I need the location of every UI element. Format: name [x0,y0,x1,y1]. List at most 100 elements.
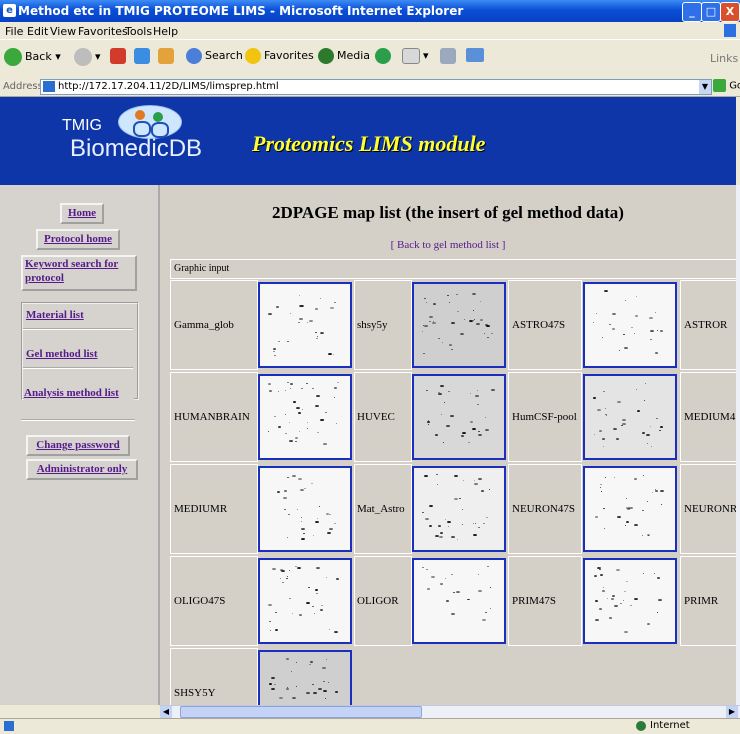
gel-image-shsy5y[interactable] [412,282,506,368]
nav-material-list-link[interactable]: Material list [24,306,132,324]
vertical-scrollbar[interactable] [736,185,740,705]
gel-spot [612,328,615,330]
gel-spot [276,306,279,308]
gel-spot [422,512,424,513]
menu-tools[interactable]: Tools [125,25,152,38]
media-button[interactable]: Media [318,48,370,64]
gel-image-prim47s[interactable] [583,558,677,644]
gel-spot [298,412,301,414]
gel-spot [322,667,326,669]
scroll-right-icon[interactable]: ▶ [726,706,738,718]
minimize-button[interactable]: _ [682,2,702,22]
menu-edit[interactable]: Edit [27,25,48,38]
gel-image-mediumr[interactable] [258,466,352,552]
gel-spot [646,434,650,436]
gel-image-humcsf-pool[interactable] [583,374,677,460]
gel-spot [435,434,438,436]
gel-spot [446,600,449,602]
nav-home-link[interactable]: Home [60,203,104,224]
maximize-button[interactable]: □ [701,2,721,22]
nav-analysis-method-list-link[interactable]: Analysis method list [24,384,134,402]
gel-spot [483,523,485,524]
gel-spot [468,599,470,600]
history-button[interactable] [375,48,394,64]
gel-image-neuron47s[interactable] [583,466,677,552]
horizontal-scroll-thumb[interactable] [180,706,422,718]
gel-spot [617,401,621,403]
gel-spot [313,535,314,536]
gel-spot [439,536,443,538]
stop-button[interactable] [110,48,129,64]
forward-button[interactable]: ▾ [74,48,101,66]
links-label[interactable]: Links [710,52,738,65]
gel-image-gamma-glob[interactable] [258,282,352,368]
close-button[interactable]: X [720,2,740,22]
nav-protocol-home-link[interactable]: Protocol home [36,229,120,250]
gel-spot [306,383,308,384]
logo-text-biomedicdb: BiomedicDB [70,135,203,162]
gel-spot [593,322,594,323]
menu-help[interactable]: Help [153,25,178,38]
gel-image-huvec[interactable] [412,374,506,460]
gel-spot [290,383,293,385]
gel-spot [643,573,644,574]
back-to-gel-method-list-link[interactable]: [ Back to gel method list ] [160,239,736,251]
gel-image-mat-astro[interactable] [412,466,506,552]
scroll-left-icon[interactable]: ◀ [160,706,172,718]
gel-spot [656,418,658,419]
gel-spot [660,490,664,492]
gel-spot [636,389,637,390]
gel-spot [286,688,289,690]
map-name-cell: OLIGO47S [170,556,258,646]
gel-image-shsy5y-2[interactable] [258,650,352,705]
map-name-cell: Gamma_glob [170,280,258,370]
gel-spot [605,414,607,415]
gel-spot [611,598,614,600]
gel-spot [453,592,455,593]
go-arrow-icon [713,79,726,92]
gel-spot [451,349,453,350]
gel-spot [316,338,318,339]
gel-spot [318,688,322,690]
gel-spot [292,613,293,614]
gel-spot [456,591,460,593]
gel-image-oligor[interactable] [412,558,506,644]
print-button[interactable] [440,48,459,64]
gel-spot [600,574,603,576]
gel-spot [451,536,455,538]
back-button[interactable]: Back ▾ [4,48,61,66]
menu-favorites[interactable]: Favorites [78,25,128,38]
nav-keyword-search-link[interactable]: Keyword search for protocol [21,255,137,291]
gel-image-oligo47s[interactable] [258,558,352,644]
gel-image-astro47s[interactable] [583,282,677,368]
nav-administrator-only-link[interactable]: Administrator only [26,459,138,480]
menu-file[interactable]: File [5,25,23,38]
mail-button[interactable]: ▾ [402,48,429,64]
gel-spot [451,574,453,575]
search-button[interactable]: Search [186,48,243,64]
gel-spot [300,489,304,491]
gel-spot [447,521,451,523]
gel-image-humanbrain[interactable] [258,374,352,460]
gel-spot [429,316,433,318]
gel-spot [268,604,272,606]
gel-spot [437,484,438,485]
page-status-icon [4,721,14,731]
menu-view[interactable]: View [50,25,76,38]
go-button[interactable]: Go [713,79,740,92]
home-button[interactable] [158,48,177,64]
edit-button[interactable] [466,48,487,62]
favorites-button[interactable]: Favorites [245,48,314,64]
window-title: Method etc in TMIG PROTEOME LIMS - Micro… [18,4,464,18]
gel-spot [312,606,314,607]
address-input[interactable]: http://172.17.204.11/2D/LIMS/limsprep.ht… [40,79,712,95]
nav-gel-method-list-link[interactable]: Gel method list [24,345,132,363]
gel-spot [429,525,432,527]
logo-text-tmig: TMIG [62,117,102,134]
address-dropdown-button[interactable]: ▼ [699,80,711,94]
gel-spot [286,578,288,579]
nav-change-password-link[interactable]: Change password [26,435,130,456]
gel-spot [429,505,433,507]
refresh-button[interactable] [134,48,153,64]
gel-spot [603,391,605,392]
